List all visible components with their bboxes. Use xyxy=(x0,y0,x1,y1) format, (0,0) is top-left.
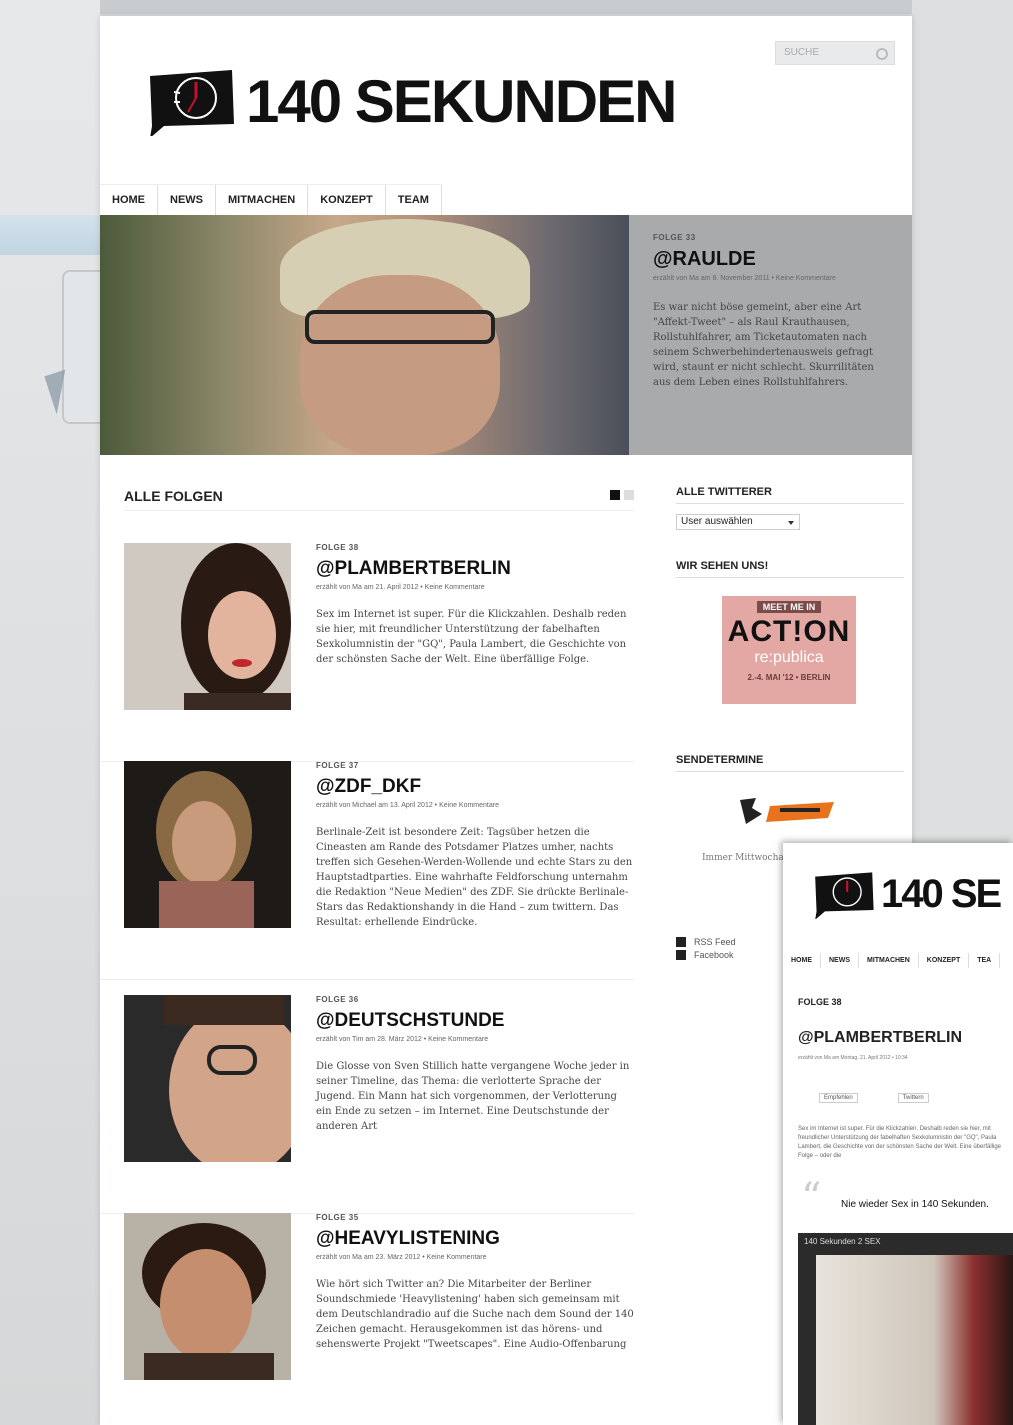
speech-bubble-clock-icon xyxy=(150,70,234,136)
overlay-quote: Nie wieder Sex in 140 Sekunden. xyxy=(841,1199,989,1210)
desktop-highlight-bar xyxy=(0,215,100,255)
sidebar-heading-wir-sehen: WIR SEHEN UNS! xyxy=(676,560,904,578)
episode-meta: erzählt von Michael am 13. April 2012 • … xyxy=(316,802,499,809)
banner-line-2: ACT!ON xyxy=(727,615,851,648)
overlay-logo[interactable]: 140 SE xyxy=(811,869,1002,919)
episode-title[interactable]: @HEAVYLISTENING xyxy=(316,1228,634,1250)
banner-line-4: 2.-4. MAI '12 • BERLIN xyxy=(747,673,831,682)
episode-kicker: FOLGE 35 xyxy=(316,1213,359,1222)
desktop-background xyxy=(0,0,100,1425)
episode-item: FOLGE 36 @DEUTSCHSTUNDE erzählt von Tim … xyxy=(100,995,634,1214)
overlay-logo-text: 140 SE xyxy=(881,871,1002,916)
overlay-teaser: Sex im Internet ist super. Für die Klick… xyxy=(798,1126,1002,1159)
overlay-nav-team[interactable]: TEA xyxy=(969,953,1001,968)
episode-kicker: FOLGE 36 xyxy=(316,995,359,1004)
episode-item: FOLGE 35 @HEAVYLISTENING erzählt von Ma … xyxy=(100,1213,634,1425)
episode-meta: erzählt von Tim am 28. März 2012 • Keine… xyxy=(316,1036,489,1043)
episode-teaser: Die Glosse von Sven Stillich hatte verga… xyxy=(316,1061,630,1132)
episode-kicker: FOLGE 37 xyxy=(316,761,359,770)
facebook-icon xyxy=(676,950,686,960)
main-navigation: HOME NEWS MITMACHEN KONZEPT TEAM xyxy=(100,184,442,215)
search-input[interactable]: SUCHE xyxy=(775,41,895,65)
speech-bubble-clock-icon xyxy=(815,872,874,919)
video-player[interactable]: 140 Sekunden 2 SEX xyxy=(798,1233,1013,1425)
search-placeholder: SUCHE xyxy=(784,47,820,58)
view-toggle xyxy=(610,490,634,510)
episode-teaser: Berlinale-Zeit ist besondere Zeit: Tagsü… xyxy=(316,827,633,928)
twitterer-select[interactable]: User auswählen xyxy=(676,514,800,530)
overlay-meta: erzählt von Ma am Montag, 21. April 2012… xyxy=(798,1055,908,1061)
search-icon[interactable] xyxy=(876,48,888,60)
featured-info-panel: FOLGE 33 @RAULDE erzählt von Ma am 8. No… xyxy=(629,215,912,455)
featured-teaser: Es war nicht böse gemeint, aber eine Art… xyxy=(653,302,874,388)
featured-photo[interactable] xyxy=(100,215,629,455)
episode-teaser: Wie hört sich Twitter an? Die Mitarbeite… xyxy=(316,1279,634,1350)
episode-item: FOLGE 38 @PLAMBERTBERLIN erzählt von Ma … xyxy=(100,543,634,762)
episode-thumbnail[interactable] xyxy=(124,995,291,1162)
nav-item-mitmachen[interactable]: MITMACHEN xyxy=(216,185,309,215)
grid-view-icon[interactable] xyxy=(610,490,620,500)
featured-title[interactable]: @RAULDE xyxy=(653,248,888,271)
episode-list: ALLE FOLGEN FOLGE 38 @PLAMBERTBERLIN erz… xyxy=(100,456,634,1380)
episode-thumbnail[interactable] xyxy=(124,1213,291,1380)
banner-line-1: MEET ME IN xyxy=(756,601,822,613)
sidebar-heading-sendetermine: SENDETERMINE xyxy=(676,754,904,772)
overlay-navigation: HOME NEWS MITMACHEN KONZEPT TEA xyxy=(783,953,1001,968)
site-logo[interactable]: 140 SEKUNDEN xyxy=(144,66,677,136)
select-value: User auswählen xyxy=(681,516,753,527)
rss-icon xyxy=(676,937,686,947)
sidebar-heading-twitterer: ALLE TWITTERER xyxy=(676,486,904,504)
featured-meta: erzählt von Ma am 8. November 2011 • Kei… xyxy=(653,275,836,282)
overlay-title[interactable]: @PLAMBERTBERLIN xyxy=(798,1029,962,1047)
video-frame[interactable] xyxy=(816,1255,1013,1425)
photo-face-shape xyxy=(300,275,500,455)
episode-meta: erzählt von Ma am 21. April 2012 • Keine… xyxy=(316,584,485,591)
nav-item-team[interactable]: TEAM xyxy=(386,185,442,215)
episode-kicker: FOLGE 38 xyxy=(316,543,359,552)
episode-teaser: Sex im Internet ist super. Für die Klick… xyxy=(316,609,627,665)
facebook-like-button[interactable]: Empfehlen xyxy=(819,1093,858,1103)
overlay-nav-mitmachen[interactable]: MITMACHEN xyxy=(859,953,919,968)
section-header: ALLE FOLGEN xyxy=(124,488,634,511)
featured-kicker: FOLGE 33 xyxy=(653,233,696,242)
overlay-nav-news[interactable]: NEWS xyxy=(821,953,859,968)
nav-item-home[interactable]: HOME xyxy=(100,185,158,215)
episode-item: FOLGE 37 @ZDF_DKF erzählt von Michael am… xyxy=(100,761,634,980)
banner-line-3: re:publica xyxy=(754,649,824,666)
photo-glasses-shape xyxy=(305,310,495,344)
episode-title[interactable]: @DEUTSCHSTUNDE xyxy=(316,1010,634,1032)
browser-top-strip xyxy=(0,0,1013,14)
list-view-icon[interactable] xyxy=(624,490,634,500)
quote-icon: “ xyxy=(801,1175,822,1221)
featured-episode[interactable]: FOLGE 33 @RAULDE erzählt von Ma am 8. No… xyxy=(100,215,912,455)
episode-title[interactable]: @ZDF_DKF xyxy=(316,776,634,798)
nav-item-news[interactable]: NEWS xyxy=(158,185,216,215)
nav-item-konzept[interactable]: KONZEPT xyxy=(308,185,386,215)
logo-text: 140 SEKUNDEN xyxy=(246,67,677,135)
republica-banner[interactable]: MEET ME IN ACT!ON re:publica 2.-4. MAI '… xyxy=(722,596,856,704)
episode-thumbnail[interactable] xyxy=(124,761,291,928)
chevron-down-icon xyxy=(788,521,794,525)
overlay-kicker: FOLGE 38 xyxy=(798,997,842,1007)
episode-title[interactable]: @PLAMBERTBERLIN xyxy=(316,558,634,580)
share-buttons: Empfehlen Twittern xyxy=(819,1093,929,1103)
mobile-preview-overlay: 140 SE HOME NEWS MITMACHEN KONZEPT TEA F… xyxy=(783,843,1013,1425)
section-title: ALLE FOLGEN xyxy=(124,488,223,504)
overlay-nav-konzept[interactable]: KONZEPT xyxy=(919,953,970,968)
episode-thumbnail[interactable] xyxy=(124,543,291,710)
episode-meta: erzählt von Ma am 23. März 2012 • Keine … xyxy=(316,1254,487,1261)
zdfinfo-logo-icon[interactable] xyxy=(736,794,836,828)
tweet-button[interactable]: Twittern xyxy=(897,1093,929,1103)
video-title: 140 Sekunden 2 SEX xyxy=(804,1237,881,1246)
overlay-nav-home[interactable]: HOME xyxy=(783,953,821,968)
